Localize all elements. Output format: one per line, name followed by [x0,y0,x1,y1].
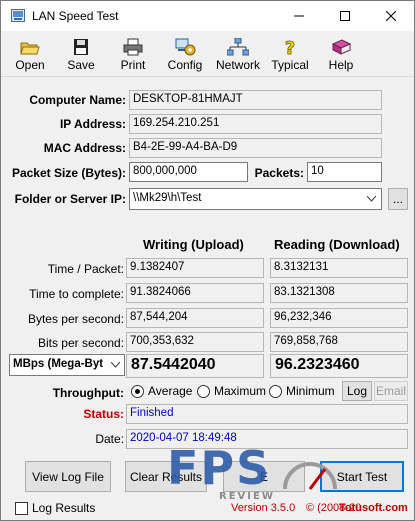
mac-address-field: B4-2E-99-A4-BA-D9 [129,138,382,158]
floppy-disk-icon [74,39,88,55]
date-label: Date: [95,432,124,446]
email-button: Email [374,381,408,401]
folder-server-value: \\Mk29\h\Test [133,192,202,204]
help-book-icon [331,39,352,55]
packets-input[interactable]: 10 [307,162,382,182]
toolbar-print-label: Print [120,58,146,72]
clear-results-button[interactable]: Clear Results [125,461,207,492]
packets-label: Packets: [254,166,304,180]
upload-speed-value: 87.5442040 [126,354,264,378]
date-value: 2020-04-07 18:49:48 [126,429,408,449]
time-to-complete-label: Time to complete: [29,287,124,301]
middle-button[interactable]: E [223,461,305,492]
unit-select-value: MBps (Mega-Byt [13,358,104,370]
folder-server-select[interactable]: \\Mk29\h\Test [129,188,382,210]
unit-select[interactable]: MBps (Mega-Byt [9,354,125,376]
mac-address-label: MAC Address: [43,141,126,155]
folder-server-label: Folder or Server IP: [14,192,126,206]
maximize-button[interactable] [322,1,368,31]
watermark-subtext: REVIEW [219,491,275,502]
log-results-label: Log Results [32,501,96,515]
printer-icon [123,38,143,56]
throughput-average-radio[interactable]: Average [131,384,192,398]
time-to-complete-read: 83.1321308 [270,283,408,303]
folder-open-icon [20,42,40,55]
bytes-per-second-label: Bytes per second: [27,312,124,326]
maximize-icon [340,11,350,21]
bits-per-second-write: 700,353,632 [126,332,264,352]
toolbar-network-label: Network [215,58,260,72]
toolbar-config-label: Config [167,58,203,72]
writing-header: Writing (Upload) [143,237,244,252]
toolbar-help-label: Help [328,58,354,72]
toolbar-open-label: Open [15,58,45,72]
website-link[interactable]: Totusoft.com [339,502,408,514]
time-per-packet-write: 9.1382407 [126,258,264,278]
throughput-maximum-label: Maximum [214,384,267,398]
time-per-packet-read: 8.3132131 [270,258,408,278]
log-button[interactable]: Log [342,381,372,401]
config-icon [175,38,196,56]
window-title: LAN Speed Test [32,9,119,23]
time-to-complete-write: 91.3824066 [126,283,264,303]
version-text: Version 3.5.0 [231,502,296,514]
toolbar-open-button[interactable]: Open [9,34,51,74]
close-icon [386,11,396,21]
log-results-checkbox[interactable]: Log Results [15,501,95,515]
throughput-minimum-radio[interactable]: Minimum [269,384,335,398]
toolbar: Open Save Print Config Network ? Typical… [1,31,414,77]
toolbar-save-button[interactable]: Save [60,34,102,74]
ip-address-label: IP Address: [59,117,126,131]
toolbar-config-button[interactable]: Config [164,34,206,74]
computer-name-field: DESKTOP-81HMAJT [129,90,382,110]
chevron-down-icon [367,196,376,202]
throughput-maximum-radio[interactable]: Maximum [197,384,266,398]
bits-per-second-label: Bits per second: [37,336,124,350]
checkbox-icon [15,501,28,515]
bits-per-second-read: 769,858,768 [270,332,408,352]
toolbar-save-label: Save [67,58,95,72]
time-per-packet-label: Time / Packet: [47,262,124,276]
lan-speed-test-window: LAN Speed Test Open Save Print Config Ne… [0,0,415,521]
packet-size-input[interactable]: 800,000,000 [129,162,248,182]
start-test-button[interactable]: Start Test [320,461,404,492]
toolbar-help-button[interactable]: Help [320,34,362,74]
radio-unselected-icon [269,384,282,398]
minimize-icon [294,15,304,17]
status-value: Finished [126,404,408,424]
radio-selected-icon [131,384,144,398]
view-log-file-button[interactable]: View Log File [25,461,111,492]
toolbar-typical-label: Typical [271,58,309,72]
throughput-average-label: Average [148,384,193,398]
bytes-per-second-write: 87,544,204 [126,308,264,328]
download-speed-value: 96.2323460 [270,354,408,378]
throughput-minimum-label: Minimum [286,384,335,398]
computer-name-label: Computer Name: [29,93,126,107]
toolbar-network-button[interactable]: Network [213,34,263,74]
toolbar-typical-button[interactable]: ? Typical [269,34,311,74]
svg-text:?: ? [285,38,295,56]
ip-address-field: 169.254.210.251 [129,114,382,134]
minimize-button[interactable] [276,1,322,31]
browse-button[interactable]: ... [388,188,408,210]
help-question-icon: ? [284,38,295,56]
status-label: Status: [83,407,124,421]
chevron-down-icon [111,362,120,368]
app-icon [11,9,25,22]
bytes-per-second-read: 96,232,346 [270,308,408,328]
title-bar: LAN Speed Test [1,1,414,31]
reading-header: Reading (Download) [274,237,400,252]
throughput-label: Throughput: [52,386,124,400]
toolbar-print-button[interactable]: Print [112,34,154,74]
network-icon [227,38,249,56]
packet-size-label: Packet Size (Bytes): [11,166,126,180]
radio-unselected-icon [197,384,210,398]
close-button[interactable] [368,1,414,31]
